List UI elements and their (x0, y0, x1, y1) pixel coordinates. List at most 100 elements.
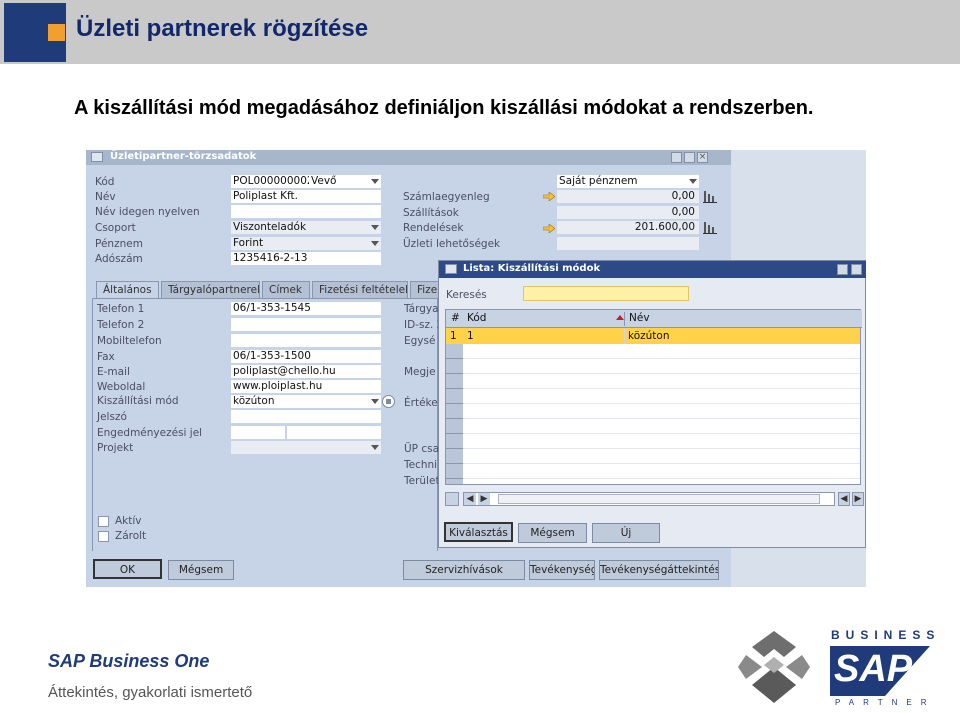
list-dialog: Lista: Kiszállítási módok Keresés # Kód … (438, 260, 866, 548)
ok-button[interactable]: OK (93, 559, 162, 579)
window-icon (91, 152, 103, 162)
list-dialog-title-text: Lista: Kiszállítási módok (463, 263, 601, 274)
partner-type-value: Vevő (311, 175, 337, 187)
list-select-icon[interactable] (382, 395, 395, 408)
tab-cimek[interactable]: Címek (262, 281, 310, 298)
logo-business-text: BUSINESS (831, 628, 941, 642)
terulet-label: Terület (404, 475, 440, 487)
engedmeny-field-1[interactable] (231, 426, 285, 439)
grid-header: # Kód Név (446, 310, 862, 328)
nev-field[interactable]: Poliplast Kft. (231, 190, 381, 203)
csoport-select[interactable]: Viszonteladók (231, 221, 381, 234)
tab-altalanos[interactable]: Általános (96, 281, 159, 299)
idegen-field[interactable] (231, 205, 381, 218)
new-button[interactable]: Új (592, 523, 660, 543)
tevekenyseg-button[interactable]: Tevékenység (529, 560, 595, 580)
telefon2-field[interactable] (231, 318, 381, 331)
aktiv-checkbox[interactable] (98, 516, 109, 527)
tevekenyseg-attekintes-button[interactable]: Tevékenységáttekintés (599, 560, 719, 580)
company-logo-icon (738, 631, 810, 703)
projekt-label: Projekt (97, 442, 134, 454)
engedmeny-label: Engedményezési jel (97, 427, 203, 439)
scroll-right-icon[interactable]: ▶ (478, 493, 490, 505)
aktiv-label: Aktív (115, 515, 142, 527)
ertekelt-label: Értéke (404, 397, 438, 409)
kiszallitas-select[interactable]: közúton (231, 395, 381, 408)
nev-label: Név (95, 191, 116, 203)
sap-logo-text: SAP (834, 648, 913, 690)
window-title-text: Üzletipartner-törzsadatok (110, 151, 257, 162)
kod-field[interactable]: POL000000002 (231, 175, 309, 188)
window-title: Üzletipartner-törzsadatok (86, 150, 731, 165)
egyseg-label: Egysé (404, 335, 436, 347)
tab-fizetesi-feltetelek[interactable]: Fizetési feltételek (312, 281, 408, 298)
list-dialog-title: Lista: Kiszállítási módok (439, 261, 866, 278)
close-icon[interactable]: × (697, 152, 708, 163)
chart-icon[interactable] (703, 220, 717, 234)
partner-type-select[interactable]: Vevő (309, 175, 381, 188)
penznem-select[interactable]: Forint (231, 237, 381, 250)
currency-value: Saját pénznem (559, 175, 638, 187)
chevron-down-icon (371, 445, 379, 450)
select-button[interactable]: Kiválasztás (444, 522, 513, 542)
logo-partner-text: PARTNER (835, 698, 936, 707)
techni-label: Techni (404, 459, 438, 471)
tab-fizetes[interactable]: Fize (410, 281, 440, 298)
list-select-dot (386, 399, 391, 404)
email-field[interactable]: poliplast@chello.hu (231, 365, 381, 378)
maximize-icon[interactable] (684, 152, 695, 163)
currency-select[interactable]: Saját pénznem (557, 175, 699, 188)
col-num-header: # (451, 312, 460, 324)
col-kod-header[interactable]: Kód (467, 312, 625, 326)
scroll-right2-icon[interactable]: ▶ (852, 492, 864, 506)
horizontal-scrollbar[interactable]: ◀ ▶ (463, 492, 835, 506)
szallitasok-value: 0,00 (557, 206, 699, 219)
list-grid: # Kód Név 1 1 közúton (445, 309, 862, 485)
email-label: E-mail (97, 366, 130, 378)
scroll-left2-icon[interactable]: ◀ (838, 492, 850, 506)
megjegyzes-label: Megje (404, 366, 436, 378)
scroll-left-icon[interactable]: ◀ (464, 493, 476, 505)
chart-icon[interactable] (703, 189, 717, 203)
table-row-selected[interactable]: 1 1 közúton (446, 328, 860, 344)
fax-field[interactable]: 06/1-353-1500 (231, 350, 381, 363)
col-nev-header[interactable]: Név (624, 312, 862, 326)
sort-icon (616, 315, 624, 320)
engedmeny-field-2[interactable] (287, 426, 381, 439)
szervizhivasok-button[interactable]: Szervizhívások (403, 560, 525, 580)
mobil-field[interactable] (231, 334, 381, 347)
zarolt-checkbox[interactable] (98, 531, 109, 542)
jelszo-field[interactable] (231, 410, 381, 423)
link-arrow-icon[interactable] (543, 224, 555, 233)
empty-rows (463, 344, 860, 484)
telefon1-field[interactable]: 06/1-353-1545 (231, 302, 381, 315)
row-num: 1 (450, 330, 457, 342)
scroll-thumb[interactable] (498, 494, 820, 504)
csoport-value: Viszonteladók (233, 221, 307, 233)
search-input[interactable] (523, 286, 689, 301)
dialog-minimize-icon[interactable] (837, 264, 848, 275)
jelszo-label: Jelszó (97, 411, 127, 423)
footer-subtitle: Áttekintés, gyakorlati ismertető (48, 684, 253, 701)
projekt-select[interactable] (231, 441, 381, 454)
kod-label: Kód (95, 176, 115, 188)
adoszam-field[interactable]: 1235416-2-13 (231, 252, 381, 265)
szallitasok-label: Szállítások (403, 207, 459, 219)
row-selectors[interactable] (446, 344, 463, 484)
cancel-button[interactable]: Mégsem (168, 560, 234, 580)
rendelesek-label: Rendelések (403, 222, 464, 234)
web-field[interactable]: www.ploiplast.hu (231, 380, 381, 393)
row-nev: közúton (628, 330, 670, 342)
szamla-value: 0,00 (557, 190, 699, 203)
popup-cancel-button[interactable]: Mégsem (518, 523, 587, 543)
penznem-value: Forint (233, 237, 264, 249)
slide-title: Üzleti partnerek rögzítése (76, 15, 369, 42)
chevron-down-icon (371, 241, 379, 246)
slide-subtitle: A kiszállítási mód megadásához definiálj… (74, 97, 814, 119)
lehetoseg-label: Üzleti lehetőségek (403, 238, 501, 250)
tab-targyalopartnerek[interactable]: Tárgyalópartnerek (161, 281, 260, 298)
dialog-maximize-icon[interactable] (851, 264, 862, 275)
chevron-down-icon (689, 179, 697, 184)
minimize-icon[interactable] (671, 152, 682, 163)
link-arrow-icon[interactable] (543, 192, 555, 201)
